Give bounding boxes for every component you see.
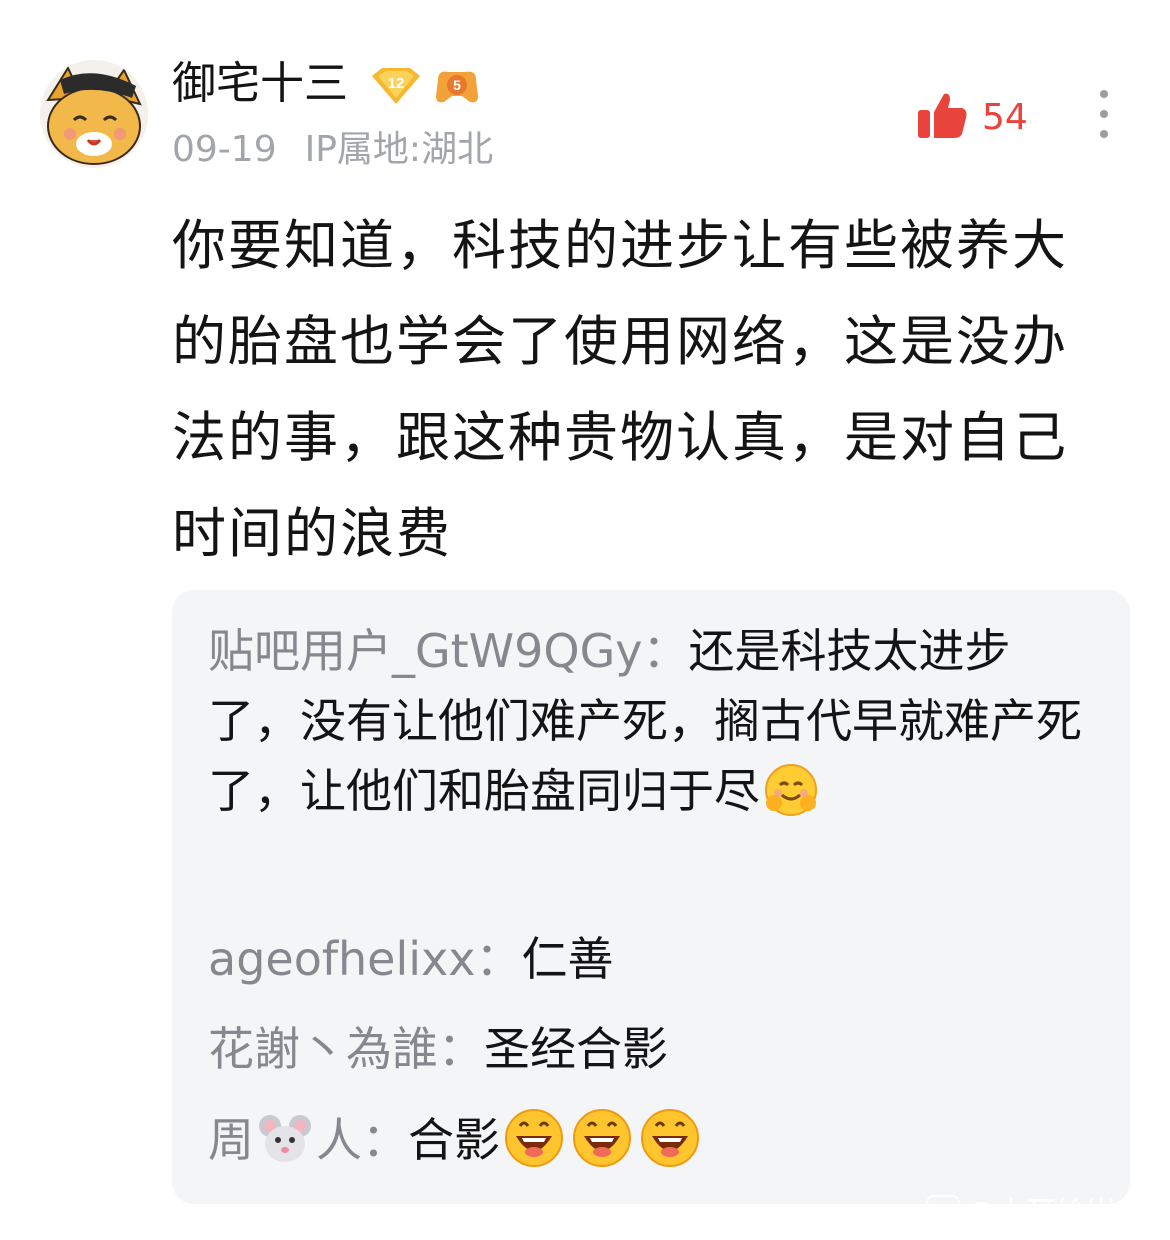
level-badge-text: 12 bbox=[388, 75, 405, 92]
reply-author[interactable]: 花謝丶為誰 bbox=[208, 1022, 438, 1076]
fan-badge-text: 5 bbox=[453, 77, 461, 93]
more-options-button[interactable] bbox=[1090, 88, 1118, 144]
grinning-emoji-icon bbox=[502, 1104, 566, 1187]
fan-badge: 5 bbox=[432, 66, 482, 110]
like-button[interactable]: 54 bbox=[916, 90, 1028, 146]
more-vertical-icon bbox=[1100, 90, 1108, 138]
grinning-emoji-icon bbox=[570, 1104, 634, 1187]
reply-item[interactable]: 周人：合影 bbox=[208, 1104, 1098, 1187]
replies-panel[interactable]: 贴吧用户_GtW9QGy：还是科技太进步了，没有让他们难产死，搁古代早就难产死了… bbox=[172, 590, 1130, 1204]
avatar[interactable] bbox=[40, 60, 148, 168]
reply-text: 圣经合影 bbox=[484, 1022, 668, 1076]
reply-separator: ： bbox=[362, 1113, 408, 1167]
username[interactable]: 御宅十三 bbox=[172, 58, 348, 110]
cat-avatar-icon bbox=[40, 60, 148, 168]
reply-author-prefix: 周 bbox=[208, 1113, 254, 1167]
reply-text: 仁善 bbox=[521, 932, 614, 986]
hugging-face-emoji-icon bbox=[762, 761, 820, 838]
watermark: @大耳绘岁 bbox=[926, 1192, 1166, 1236]
grinning-emoji-icon bbox=[638, 1104, 702, 1187]
level-badge: 12 bbox=[368, 66, 424, 110]
reply-author[interactable]: 贴吧用户_GtW9QGy bbox=[208, 624, 643, 678]
comment-date: 09-19 bbox=[172, 129, 277, 170]
comment-card: 御宅十三 12 5 09-19 IP属地:湖北 54 你要知道，科技的进步让有些… bbox=[0, 0, 1170, 1240]
reply-text: 合影 bbox=[408, 1113, 500, 1167]
comment-body: 你要知道，科技的进步让有些被养大的胎盘也学会了使用网络，这是没办法的事，跟这种贵… bbox=[172, 214, 1068, 565]
reply-separator: ： bbox=[642, 624, 689, 678]
thumbs-up-icon bbox=[918, 93, 967, 138]
fan-badge-icon: 5 bbox=[436, 71, 478, 103]
reply-author[interactable]: ageofhelixx bbox=[208, 932, 476, 986]
reply-author-suffix: 人 bbox=[316, 1113, 362, 1167]
ip-location: IP属地:湖北 bbox=[304, 129, 494, 170]
like-count: 54 bbox=[982, 97, 1028, 138]
comment-meta: 09-19 IP属地:湖北 bbox=[172, 128, 493, 172]
reply-separator: ： bbox=[475, 932, 522, 986]
reply-author[interactable]: 周人 bbox=[208, 1113, 362, 1167]
watermark-logo-icon bbox=[926, 1195, 960, 1229]
reply-item[interactable]: ageofhelixx：仁善 bbox=[208, 924, 1098, 994]
watermark-text: @大耳绘岁 bbox=[966, 1196, 1116, 1231]
reply-separator: ： bbox=[438, 1022, 484, 1076]
mouse-face-emoji-icon bbox=[256, 1110, 314, 1187]
reply-item[interactable]: 贴吧用户_GtW9QGy：还是科技太进步了，没有让他们难产死，搁古代早就难产死了… bbox=[208, 616, 1098, 838]
reply-item[interactable]: 花謝丶為誰：圣经合影 bbox=[208, 1014, 1098, 1084]
level-badge-icon: 12 bbox=[372, 68, 420, 104]
